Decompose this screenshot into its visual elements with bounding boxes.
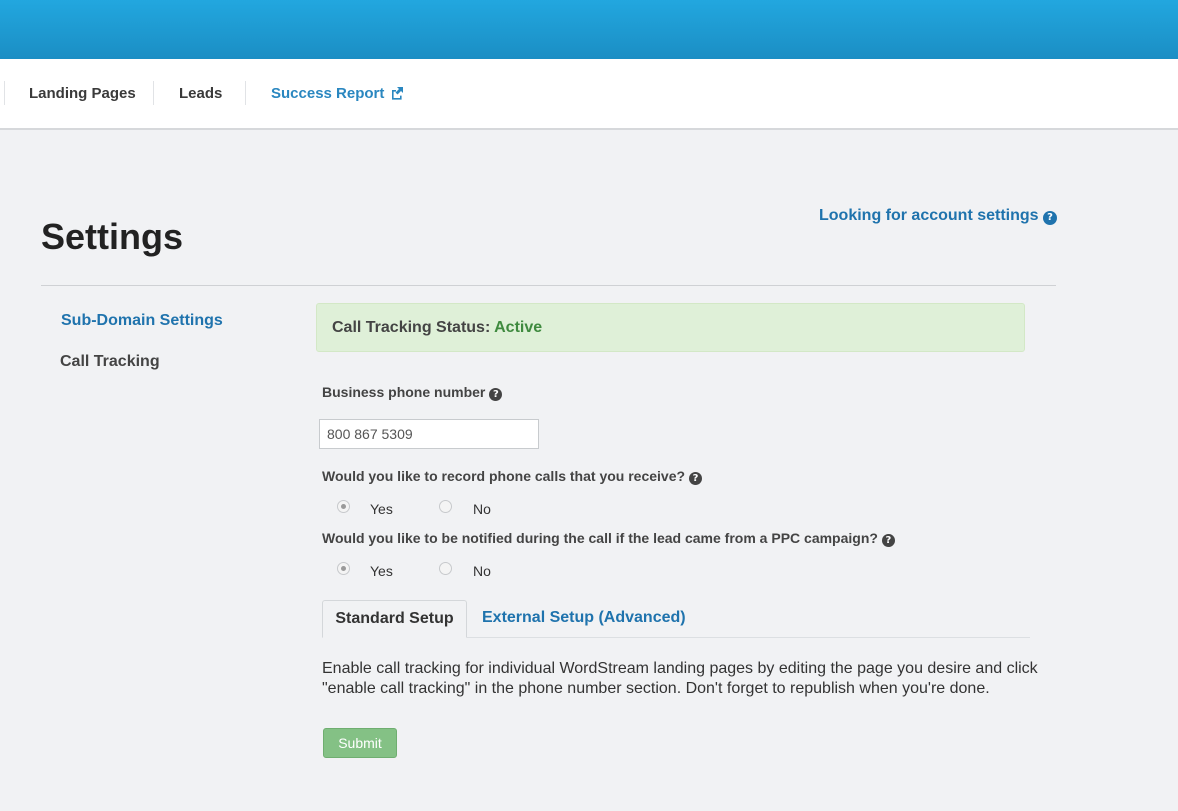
- notify-options: Yes No: [0, 561, 1178, 581]
- nav-item-success-report-label: Success Report: [271, 85, 385, 102]
- top-header-bar: [0, 0, 1178, 59]
- record-no-label[interactable]: No: [473, 501, 491, 517]
- nav-item-landing-pages[interactable]: Landing Pages: [29, 59, 136, 128]
- submit-button[interactable]: Submit: [323, 728, 397, 758]
- call-tracking-status-alert: Call Tracking Status: Active: [316, 303, 1025, 352]
- phone-label-row: Business phone number?: [322, 384, 503, 401]
- tab-external-setup[interactable]: External Setup (Advanced): [482, 600, 686, 638]
- question-circle-icon: ?: [1043, 211, 1058, 225]
- tab-standard-setup[interactable]: Standard Setup: [322, 600, 467, 638]
- notify-no-label[interactable]: No: [473, 563, 491, 579]
- account-settings-link[interactable]: Looking for account settings ?: [819, 207, 1058, 225]
- notify-question: Would you like to be notified during the…: [322, 530, 878, 546]
- status-value: Active: [494, 319, 543, 336]
- record-yes-label[interactable]: Yes: [370, 501, 393, 517]
- phone-label: Business phone number: [322, 384, 486, 400]
- record-yes-radio[interactable]: [337, 500, 350, 513]
- page-title: Settings: [41, 216, 184, 257]
- setup-description: Enable call tracking for individual Word…: [322, 660, 1038, 697]
- notify-no-radio[interactable]: [439, 562, 452, 575]
- nav-item-success-report[interactable]: Success Report: [271, 59, 404, 128]
- main-nav: Landing Pages Leads Success Report: [0, 59, 1178, 130]
- notify-yes-radio[interactable]: [337, 562, 350, 575]
- question-circle-icon[interactable]: ?: [689, 472, 703, 485]
- record-no-radio[interactable]: [439, 500, 452, 513]
- question-circle-icon[interactable]: ?: [881, 534, 895, 547]
- nav-item-leads[interactable]: Leads: [179, 59, 222, 128]
- notify-question-row: Would you like to be notified during the…: [322, 530, 895, 547]
- record-question-row: Would you like to record phone calls tha…: [322, 468, 703, 485]
- nav-separator: [153, 81, 154, 105]
- record-options: Yes No: [0, 499, 1178, 519]
- nav-separator: [4, 81, 5, 105]
- question-circle-icon[interactable]: ?: [489, 388, 503, 401]
- notify-yes-label[interactable]: Yes: [370, 563, 393, 579]
- header-divider: [41, 285, 1056, 286]
- account-settings-label: Looking for account settings: [819, 207, 1039, 224]
- nav-separator: [245, 81, 246, 105]
- status-label: Call Tracking Status:: [332, 319, 491, 336]
- record-question: Would you like to record phone calls tha…: [322, 468, 686, 484]
- sidebar-item-call-tracking[interactable]: Call Tracking: [60, 353, 160, 371]
- business-phone-input[interactable]: [319, 419, 539, 449]
- external-link-icon: [390, 61, 404, 130]
- sidebar-item-sub-domain-settings[interactable]: Sub-Domain Settings: [61, 312, 223, 330]
